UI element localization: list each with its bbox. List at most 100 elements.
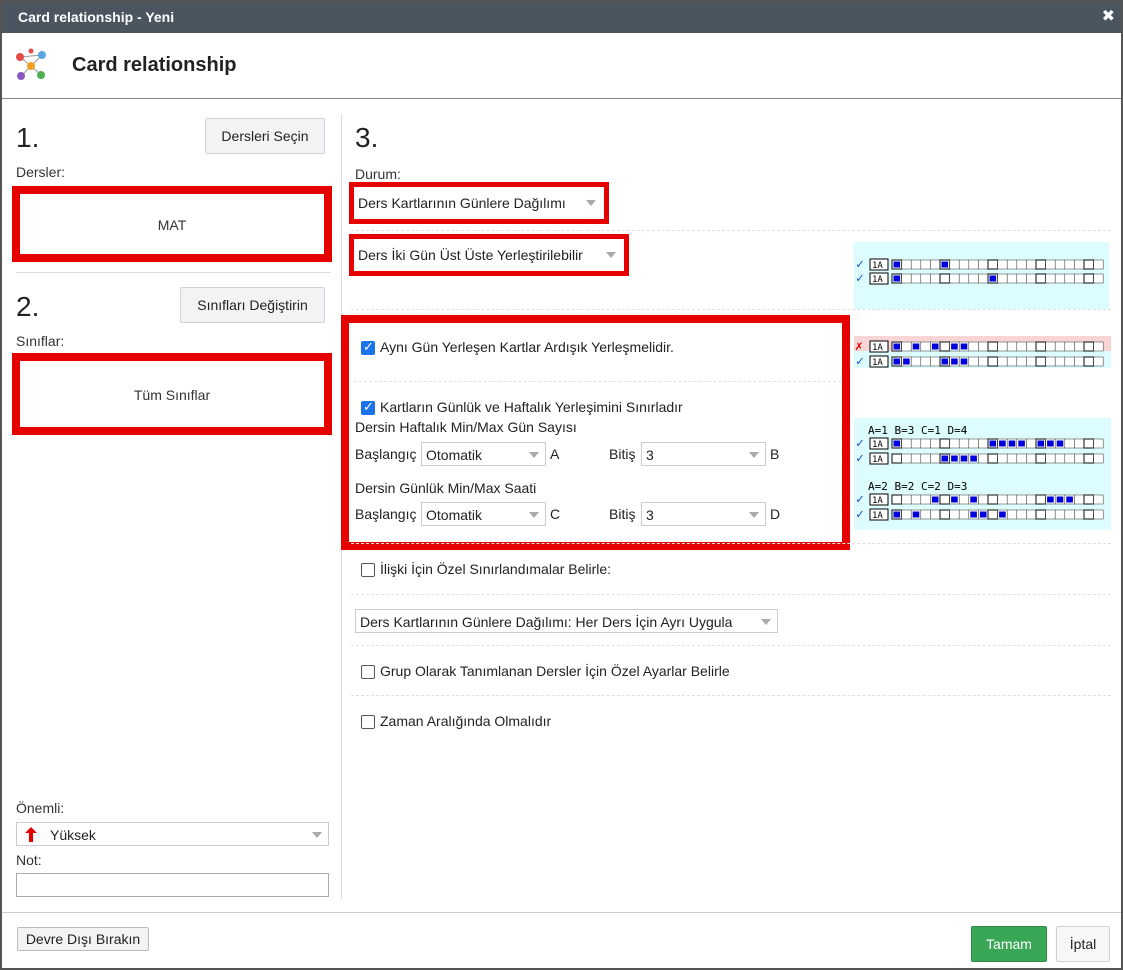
svg-text:1A: 1A [872,455,883,465]
limit-placement-label: Kartların Günlük ve Haftalık Yerleşimini… [380,399,683,415]
schedule-cell [1035,341,1047,352]
weekly-end-value: 3 [646,447,654,463]
weekly-end-select[interactable]: 3 [641,442,766,466]
consecutive-select[interactable]: Ders İki Gün Üst Üste Yerleştirilebilir [354,243,622,267]
limit-placement-checkbox[interactable] [361,399,375,415]
lessons-box[interactable]: MAT [12,186,332,262]
group-settings-checkbox[interactable] [361,665,375,679]
schedule-cell [949,438,960,449]
time-range-label: Zaman Aralığında Olmalıdır [380,713,552,729]
apply-mode-select[interactable]: Ders Kartlarının Günlere Dağılımı: Her D… [355,609,778,633]
schedule-cell-filled [989,440,997,447]
step-2-number: 2. [16,291,40,322]
weekly-start-select[interactable]: Otomatik [421,442,546,466]
separator [351,695,1111,696]
lessons-value: MAT [157,217,187,233]
consecutive-value: Ders İki Gün Üst Üste Yerleştirilebilir [358,247,583,263]
letter-c: C [550,506,561,522]
daily-end-value: 3 [646,507,654,523]
schedule-cell-filled [960,358,968,365]
separator [354,381,841,382]
schedule-cell [920,341,931,352]
classes-box[interactable]: Tüm Sınıflar [12,353,332,435]
schedule-cell [949,273,960,284]
note-input[interactable] [16,873,329,897]
schedule-cell [920,438,931,449]
schedule-cell [958,273,970,284]
schedule-cell [958,438,970,449]
card-relationship-dialog: Card relationship - Yeni ✖ Card relation… [0,0,1123,970]
schedule-cell-filled [999,440,1006,447]
schedule-cell [997,273,1008,284]
schedule-cell-filled [951,455,958,462]
schedule-cell [930,438,941,449]
group-settings-label: Grup Olarak Tanımlanan Dersler İçin Özel… [380,663,730,679]
schedule-cell [978,341,989,352]
special-limits-label: İlişki İçin Özel Sınırlandımalar Belirle… [380,561,612,577]
schedule-cell [1093,509,1104,520]
priority-select[interactable]: Yüksek [16,822,329,846]
chevron-down-icon [312,832,322,838]
schedule-cell [997,259,1008,270]
schedule-cell-filled [1008,440,1016,447]
weekly-end-label: Bitiş [609,446,636,462]
schedule-cell [930,273,941,284]
schedule-cell [1064,509,1075,520]
chevron-down-icon [529,512,539,518]
schedule-cell-filled [903,358,910,365]
schedule-cell [1035,356,1047,367]
schedule-cell [1016,341,1027,352]
schedule-cell [1054,509,1066,520]
schedule-cell [1054,273,1066,284]
illustration-limits: A=1 B=3 C=1 D=4 ✓ 1A ✓ 1A A=2 B=2 C=2 D=… [854,418,1111,530]
schedule-cell [978,273,989,284]
schedule-cell-filled [941,261,949,268]
ok-button[interactable]: Tamam [971,926,1047,962]
schedule-cell [930,259,941,270]
schedule-cell [1064,453,1075,464]
daily-end-label: Bitiş [609,506,636,522]
footer-divider [2,912,1121,913]
schedule-cell [939,509,951,520]
schedule-cell [1074,341,1085,352]
cancel-button[interactable]: İptal [1056,926,1110,962]
special-limits-checkbox[interactable] [361,563,375,577]
classes-label: Sınıflar: [16,333,65,349]
schedule-cell [901,494,912,505]
schedule-cell [997,356,1008,367]
note-label: Not: [16,852,42,868]
schedule-cell-filled [1047,440,1054,447]
daily-end-select[interactable]: 3 [641,502,766,526]
change-classes-button[interactable]: Sınıfları Değiştirin [180,287,325,323]
daily-start-select[interactable]: Otomatik [421,502,546,526]
schedule-cell [1083,509,1095,520]
schedule-cell [1054,259,1066,270]
schedule-cell [920,273,931,284]
chevron-down-icon [586,200,596,206]
status-select[interactable]: Ders Kartlarının Günlere Dağılımı [354,191,602,215]
time-range-checkbox[interactable] [361,715,375,729]
schedule-cell [1064,341,1075,352]
svg-text:A=2 B=2 C=2 D=3: A=2 B=2 C=2 D=3 [868,480,967,493]
disable-button[interactable]: Devre Dışı Bırakın [17,927,149,951]
select-lessons-button[interactable]: Dersleri Seçin [205,118,325,154]
schedule-cell [920,259,931,270]
schedule-cell [1016,509,1027,520]
schedule-cell [1054,356,1066,367]
left-divider [16,272,331,273]
schedule-cell [958,509,970,520]
schedule-cell [1083,494,1095,505]
schedule-cell-filled [912,343,920,350]
schedule-cell [1054,341,1066,352]
separator [351,594,1111,595]
same-day-consecutive-checkbox[interactable] [361,339,375,355]
letter-b: B [770,446,780,462]
svg-text:✓: ✓ [856,451,864,466]
schedule-cell [1006,259,1018,270]
schedule-cell [1035,453,1047,464]
close-icon[interactable]: ✖ [1102,6,1115,26]
grid-row-ok-b1: ✓ 1A [856,492,1104,507]
schedule-cell [1083,438,1095,449]
schedule-cell [978,356,989,367]
schedule-cell-filled [960,455,968,462]
